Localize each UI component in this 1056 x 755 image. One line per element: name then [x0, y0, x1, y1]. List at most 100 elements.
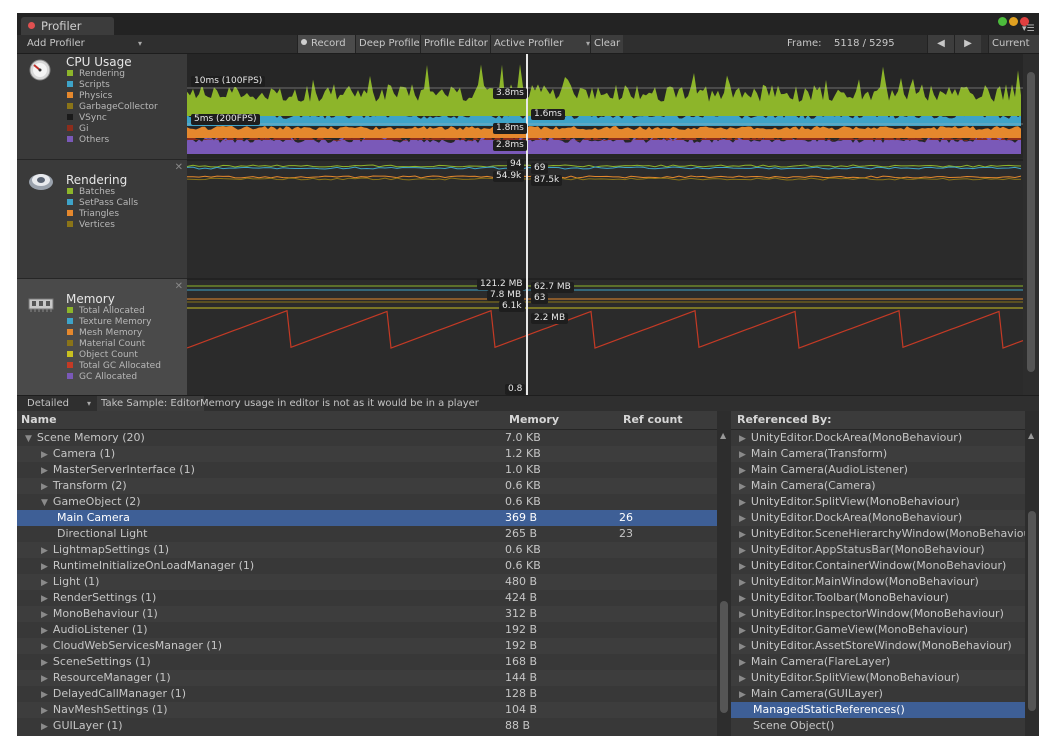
referenced-by-scrollbar[interactable]: ▲ [1025, 411, 1039, 736]
expand-right-icon[interactable]: ▶ [739, 434, 746, 444]
legend-item[interactable]: Mesh Memory [67, 328, 161, 339]
table-row[interactable]: ▶ RenderSettings (1) 424 B [17, 590, 717, 606]
referenced-by-item[interactable]: ▶ UnityEditor.AppStatusBar(MonoBehaviour) [731, 542, 1025, 558]
prev-frame-button[interactable]: ◀ [927, 35, 954, 53]
expand-right-icon[interactable]: ▶ [739, 514, 746, 524]
expand-right-icon[interactable]: ▶ [739, 578, 746, 588]
expand-right-icon[interactable]: ▶ [41, 626, 48, 636]
expand-right-icon[interactable]: ▶ [739, 594, 746, 604]
expand-right-icon[interactable]: ▶ [739, 658, 746, 668]
table-row[interactable]: Main Camera 369 B 26 [17, 510, 717, 526]
expand-right-icon[interactable]: ▶ [739, 450, 746, 460]
referenced-by-item[interactable]: ▶ UnityEditor.Toolbar(MonoBehaviour) [731, 590, 1025, 606]
expand-right-icon[interactable]: ▶ [739, 690, 746, 700]
table-row[interactable]: ▶ Light (1) 480 B [17, 574, 717, 590]
scrollbar-thumb[interactable] [1027, 72, 1035, 372]
legend-item[interactable]: Texture Memory [67, 317, 161, 328]
expand-right-icon[interactable]: ▶ [41, 690, 48, 700]
clear-button[interactable]: Clear [590, 35, 624, 53]
legend-item[interactable]: VSync [67, 113, 158, 124]
legend-item[interactable]: Total Allocated [67, 306, 161, 317]
expand-right-icon[interactable]: ▶ [739, 610, 746, 620]
expand-right-icon[interactable]: ▶ [41, 578, 48, 588]
tab-menu-icon[interactable]: ▾☰ [1022, 25, 1035, 34]
legend-item[interactable]: Triangles [67, 209, 138, 220]
table-row[interactable]: ▶ ResourceManager (1) 144 B [17, 670, 717, 686]
expand-right-icon[interactable]: ▶ [739, 546, 746, 556]
table-row[interactable]: ▶ RuntimeInitializeOnLoadManager (1) 0.6 K… [17, 558, 717, 574]
add-profiler-dropdown[interactable]: Add Profiler ▾ [27, 35, 142, 53]
scrollbar-thumb[interactable] [720, 601, 728, 713]
legend-item[interactable]: Batches [67, 187, 138, 198]
expand-down-icon[interactable]: ▼ [41, 498, 48, 508]
expand-right-icon[interactable]: ▶ [739, 562, 746, 572]
table-row[interactable]: ▶ LightmapSettings (1) 0.6 KB [17, 542, 717, 558]
expand-right-icon[interactable]: ▶ [739, 482, 746, 492]
referenced-by-item[interactable]: ManagedStaticReferences() [731, 702, 1025, 718]
expand-right-icon[interactable]: ▶ [739, 498, 746, 508]
referenced-by-item[interactable]: ▶ UnityEditor.AssetStoreWindow(MonoBehavi… [731, 638, 1025, 654]
legend-item[interactable]: Object Count [67, 350, 161, 361]
referenced-by-item[interactable]: ▶ UnityEditor.SplitView(MonoBehaviour) [731, 670, 1025, 686]
table-row[interactable]: ▶ MasterServerInterface (1) 1.0 KB [17, 462, 717, 478]
column-header-name[interactable]: Name [21, 411, 57, 429]
expand-down-icon[interactable]: ▼ [25, 434, 32, 444]
legend-item[interactable]: Physics [67, 91, 158, 102]
current-frame-button[interactable]: Current [988, 35, 1039, 53]
referenced-by-item[interactable]: ▶ UnityEditor.MainWindow(MonoBehaviour) [731, 574, 1025, 590]
legend-item[interactable]: Vertices [67, 220, 138, 231]
legend-item[interactable]: Scripts [67, 80, 158, 91]
legend-item[interactable]: GC Allocated [67, 372, 161, 383]
legend-item[interactable]: Material Count [67, 339, 161, 350]
table-row[interactable]: ▼ Scene Memory (20) 7.0 KB [17, 430, 717, 446]
expand-right-icon[interactable]: ▶ [739, 626, 746, 636]
expand-right-icon[interactable]: ▶ [41, 610, 48, 620]
referenced-by-item[interactable]: ▶ UnityEditor.DockArea(MonoBehaviour) [731, 430, 1025, 446]
legend-item[interactable]: Others [67, 135, 158, 146]
scroll-up-icon[interactable]: ▲ [720, 431, 726, 440]
expand-right-icon[interactable]: ▶ [41, 546, 48, 556]
take-sample-button[interactable]: Take Sample: Editor [97, 396, 204, 412]
referenced-by-item[interactable]: ▶ UnityEditor.InspectorWindow(MonoBehavio… [731, 606, 1025, 622]
table-row[interactable]: ▶ AudioListener (1) 192 B [17, 622, 717, 638]
expand-right-icon[interactable]: ▶ [41, 594, 48, 604]
expand-right-icon[interactable]: ▶ [41, 706, 48, 716]
module-cpu-usage[interactable]: CPU Usage Rendering Scripts Physics Garbage… [17, 54, 187, 160]
minimize-button[interactable] [1009, 17, 1018, 26]
referenced-by-item[interactable]: ▶ Main Camera(Transform) [731, 446, 1025, 462]
detail-mode-dropdown[interactable]: Detailed ▾ [27, 396, 91, 412]
expand-right-icon[interactable]: ▶ [41, 658, 48, 668]
profile-editor-button[interactable]: Profile Editor [420, 35, 491, 53]
record-button[interactable]: Record [297, 35, 358, 53]
deep-profile-button[interactable]: Deep Profile [355, 35, 423, 53]
tab-profiler[interactable]: Profiler [21, 17, 114, 35]
scroll-up-icon[interactable]: ▲ [1028, 431, 1034, 440]
referenced-by-item[interactable]: ▶ UnityEditor.DockArea(MonoBehaviour) [731, 510, 1025, 526]
table-row[interactable]: ▶ CloudWebServicesManager (1) 192 B [17, 638, 717, 654]
module-rendering[interactable]: ✕ Rendering Batches SetPass Calls Triangle… [17, 160, 187, 279]
column-header-memory[interactable]: Memory [509, 411, 559, 429]
referenced-by-item[interactable]: ▶ UnityEditor.SplitView(MonoBehaviour) [731, 494, 1025, 510]
legend-item[interactable]: SetPass Calls [67, 198, 138, 209]
profiler-graphs[interactable]: 10ms (100FPS) 5ms (200FPS) 3.8ms 1.6ms 1… [187, 54, 1023, 395]
close-icon[interactable]: ✕ [175, 162, 183, 173]
graphs-canvas[interactable] [187, 54, 1023, 395]
expand-right-icon[interactable]: ▶ [41, 450, 48, 460]
tree-scrollbar[interactable]: ▲ [717, 411, 731, 736]
table-row[interactable]: Directional Light 265 B 23 [17, 526, 717, 542]
referenced-by-item[interactable]: ▶ Main Camera(FlareLayer) [731, 654, 1025, 670]
table-row[interactable]: ▶ Transform (2) 0.6 KB [17, 478, 717, 494]
expand-right-icon[interactable]: ▶ [739, 466, 746, 476]
table-row[interactable]: ▶ DelayedCallManager (1) 128 B [17, 686, 717, 702]
scrollbar-thumb[interactable] [1028, 511, 1036, 711]
expand-right-icon[interactable]: ▶ [41, 722, 48, 732]
next-frame-button[interactable]: ▶ [954, 35, 981, 53]
table-row[interactable]: ▶ NavMeshSettings (1) 104 B [17, 702, 717, 718]
referenced-by-item[interactable]: ▶ UnityEditor.ContainerWindow(MonoBehavio… [731, 558, 1025, 574]
referenced-by-item[interactable]: ▶ Main Camera(GUILayer) [731, 686, 1025, 702]
close-icon[interactable]: ✕ [175, 281, 183, 292]
module-memory[interactable]: ✕ Memory Total Allocated Texture Memory Me… [17, 279, 187, 395]
column-header-refcount[interactable]: Ref count [623, 411, 683, 429]
expand-right-icon[interactable]: ▶ [739, 642, 746, 652]
expand-right-icon[interactable]: ▶ [739, 530, 746, 540]
